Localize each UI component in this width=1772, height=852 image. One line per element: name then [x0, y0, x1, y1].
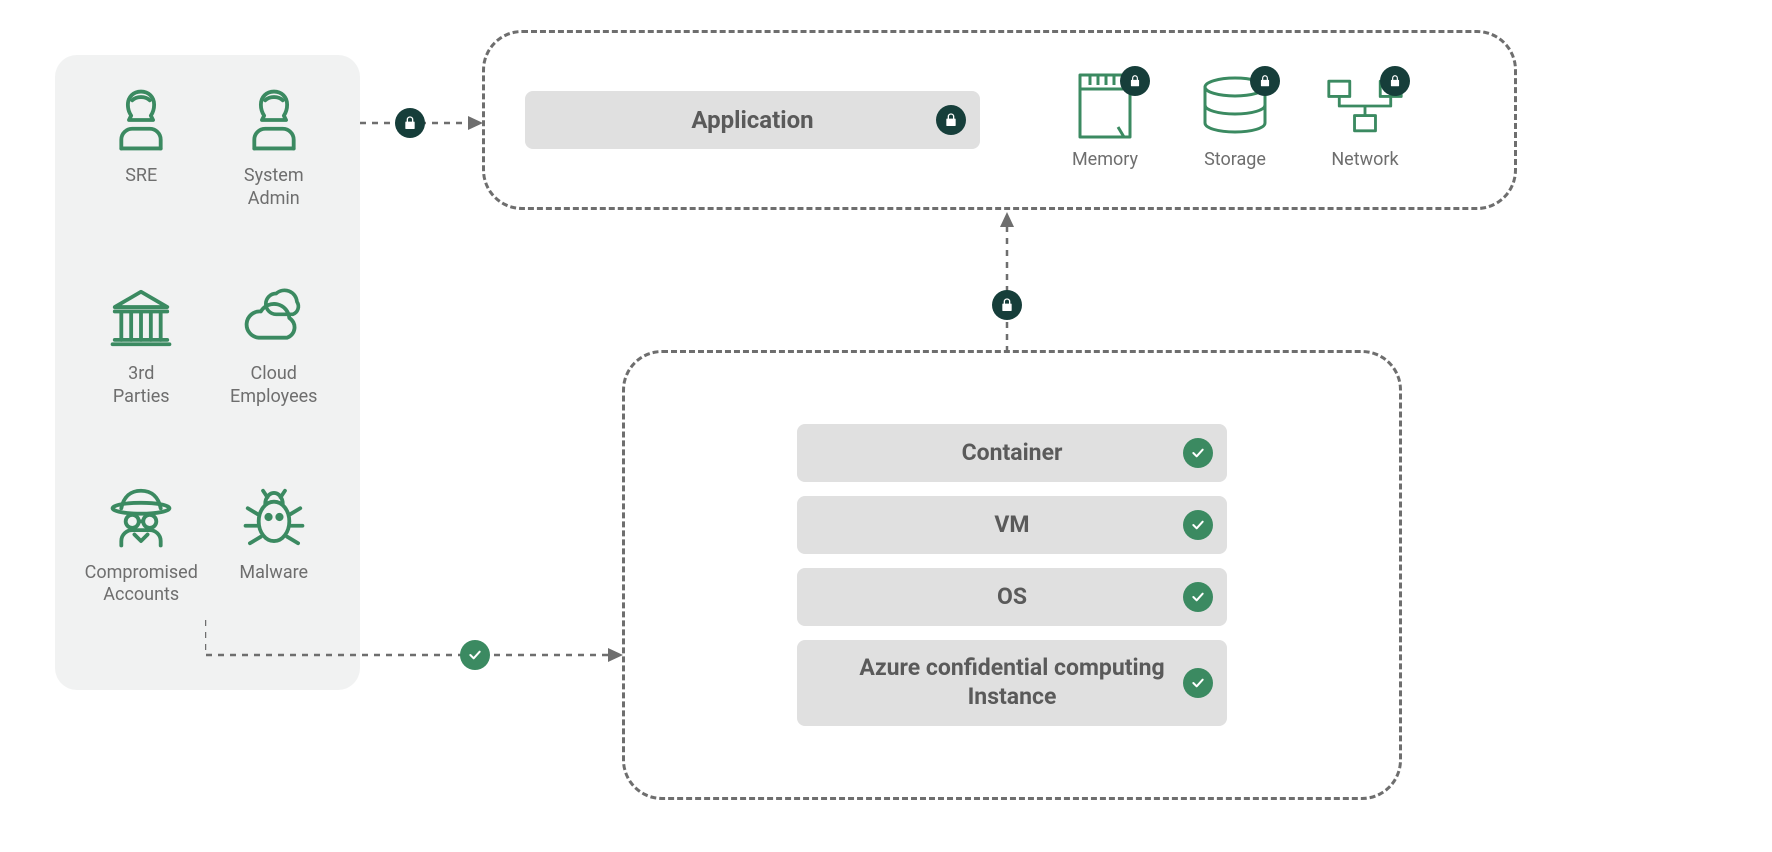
- check-icon: [1183, 438, 1213, 468]
- resource-label: Network: [1331, 149, 1398, 170]
- application-chip: Application: [525, 91, 980, 149]
- lock-icon: [936, 105, 966, 135]
- lock-icon: [1250, 66, 1280, 96]
- threat-label: Malware: [239, 562, 308, 585]
- resource-label: Storage: [1204, 149, 1266, 170]
- threat-label: CloudEmployees: [230, 363, 317, 408]
- threat-item-thirdparties: 3rdParties: [106, 283, 176, 408]
- bug-icon: [239, 482, 309, 552]
- check-icon: [1183, 582, 1213, 612]
- threat-panel: SRE SystemAdmin 3rdParties CloudEmp: [55, 55, 360, 690]
- infra-stack-box: Container VM OS Azure confidential compu…: [622, 350, 1402, 800]
- stack-chip-vm: VM: [797, 496, 1227, 554]
- resource-network: Network: [1325, 71, 1405, 170]
- threat-label: SRE: [125, 165, 157, 188]
- lock-icon: [1120, 66, 1150, 96]
- resource-label: Memory: [1072, 149, 1138, 170]
- stack-chip-os: OS: [797, 568, 1227, 626]
- stack-label: VM: [994, 511, 1029, 540]
- threat-item-sre: SRE: [106, 85, 176, 188]
- stack-label: OS: [997, 583, 1027, 612]
- threat-item-compromised: CompromisedAccounts: [85, 482, 198, 607]
- threat-label: CompromisedAccounts: [85, 562, 198, 607]
- stack-chip-azure-cc: Azure confidential computing Instance: [797, 640, 1227, 726]
- lock-icon: [395, 108, 425, 138]
- threat-label: SystemAdmin: [244, 165, 304, 210]
- application-label: Application: [691, 106, 813, 134]
- threat-label: 3rdParties: [113, 363, 170, 408]
- lock-icon: [1380, 66, 1410, 96]
- institution-icon: [106, 283, 176, 353]
- stack-label: Container: [962, 439, 1063, 468]
- check-icon: [460, 640, 490, 670]
- check-icon: [1183, 668, 1213, 698]
- threat-item-sysadmin: SystemAdmin: [239, 85, 309, 210]
- resource-memory: Memory: [1065, 71, 1145, 170]
- clouds-icon: [239, 283, 309, 353]
- threat-item-malware: Malware: [239, 482, 309, 585]
- stack-label: Azure confidential computing Instance: [857, 654, 1167, 712]
- application-layer-box: Application Memory: [482, 30, 1517, 210]
- lock-icon: [992, 290, 1022, 320]
- threat-item-cloudemployees: CloudEmployees: [230, 283, 317, 408]
- resource-storage: Storage: [1195, 71, 1275, 170]
- connector-stack-to-app: [992, 212, 1022, 352]
- spy-icon: [106, 482, 176, 552]
- person-icon: [106, 85, 176, 155]
- person-icon: [239, 85, 309, 155]
- stack-chip-container: Container: [797, 424, 1227, 482]
- check-icon: [1183, 510, 1213, 540]
